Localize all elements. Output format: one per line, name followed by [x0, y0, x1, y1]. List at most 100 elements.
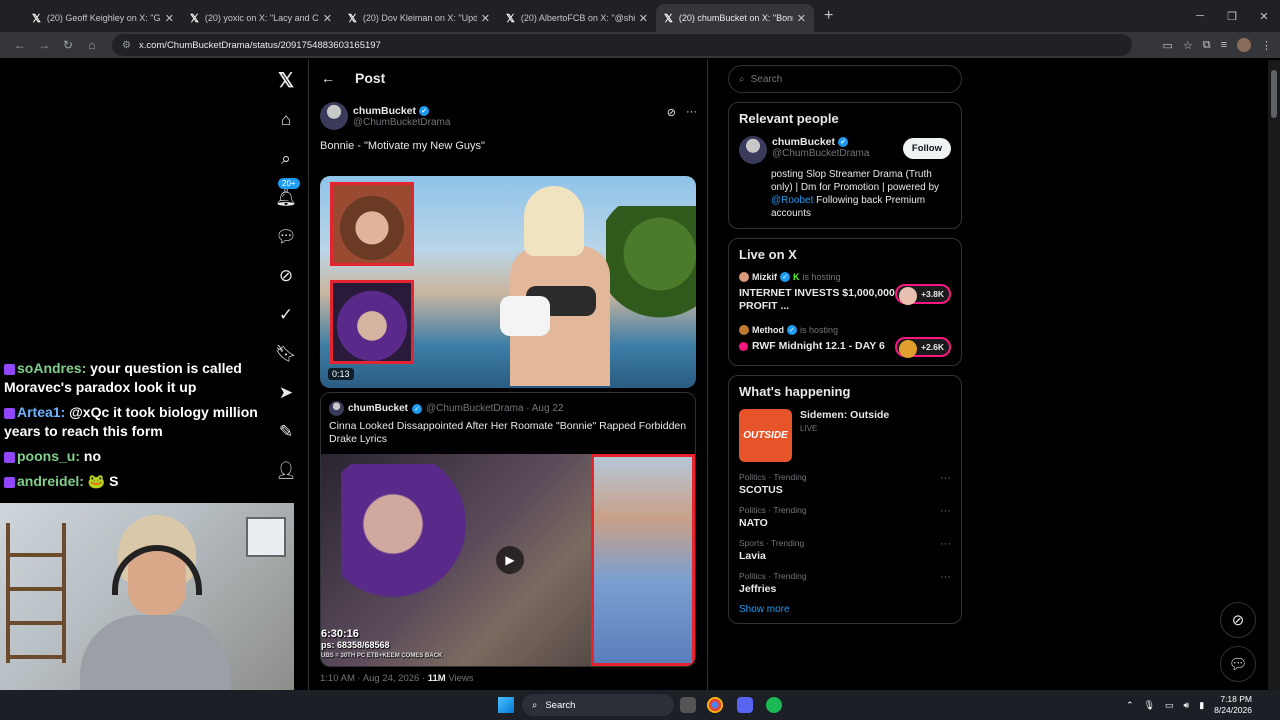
volume-icon[interactable]: 🔊︎: [1184, 700, 1190, 711]
more-options-icon[interactable]: ···: [940, 538, 951, 550]
task-view-icon[interactable]: [680, 697, 696, 713]
post-video[interactable]: 0:13: [320, 176, 696, 388]
forward-icon[interactable]: →: [32, 38, 56, 52]
trend-item[interactable]: Sports · Trending Lavia ···: [739, 538, 951, 562]
tab-close-icon[interactable]: ✕: [323, 12, 332, 25]
tab-close-icon[interactable]: ✕: [797, 12, 806, 25]
browser-tab-active[interactable]: 𝕏 (20) chumBucket on X: "Bonnie ✕: [656, 4, 814, 32]
author-name[interactable]: chumBucket: [353, 105, 416, 117]
more-options-icon[interactable]: ···: [940, 571, 951, 583]
tray-chevron-icon[interactable]: ⌃: [1126, 700, 1134, 711]
x-logo-icon: 𝕏: [32, 12, 41, 25]
bio-link[interactable]: @Roobet: [771, 195, 813, 206]
bookmarks-icon[interactable]: 🔖︎: [272, 340, 300, 368]
notifications-bell-icon[interactable]: 🔔︎ 20+: [272, 178, 300, 212]
chrome-icon[interactable]: [707, 697, 723, 713]
post-author: chumBucket ✓ @ChumBucketDrama ⊘ ···: [309, 96, 707, 136]
avatar[interactable]: [739, 136, 767, 164]
card-title: What's happening: [739, 384, 851, 399]
messages-fab-icon[interactable]: 💬︎: [1220, 646, 1256, 682]
home-icon[interactable]: ⌂: [272, 106, 300, 134]
browser-tab[interactable]: 𝕏 (20) Dov Kleiman on X: "Updat ✕: [340, 4, 498, 32]
menu-icon[interactable]: ⋮: [1261, 39, 1272, 52]
post-timestamp[interactable]: 1:10 AM · Aug 24, 2026 ·: [320, 673, 428, 684]
explore-search-icon[interactable]: ⌕: [272, 145, 300, 173]
cast-icon[interactable]: ▭: [1162, 39, 1172, 52]
badge-icon: [4, 407, 15, 419]
scrollbar-thumb[interactable]: [1271, 70, 1277, 118]
grok-explain-icon[interactable]: ⊘: [667, 106, 676, 119]
live-item[interactable]: Mizkif ✓ Kis hosting INTERNET INVESTS $1,0…: [739, 272, 951, 313]
trend-item[interactable]: Politics · Trending SCOTUS ···: [739, 472, 951, 496]
taskbar-clock[interactable]: 7:18 PM 8/24/2026: [1214, 694, 1252, 716]
tab-close-icon[interactable]: ✕: [639, 12, 648, 25]
battery-icon[interactable]: ▮: [1199, 700, 1204, 711]
address-bar[interactable]: ⚙ x.com/ChumBucketDrama/status/209175488…: [112, 34, 1132, 56]
browser-tab[interactable]: 𝕏 (20) AlbertoFCB on X: "@shitpo ✕: [498, 4, 656, 32]
minimize-icon[interactable]: ─: [1184, 0, 1216, 32]
taskbar-search[interactable]: ⌕ Search: [522, 694, 674, 716]
x-logo-icon[interactable]: 𝕏: [272, 66, 300, 94]
chat-message: poons_u: no: [0, 444, 300, 469]
grok-fab-icon[interactable]: ⊘: [1220, 602, 1256, 638]
browser-tab-strip: 𝕏 (20) Geoff Keighley on X: "Gam ✕ 𝕏 (20) y…: [0, 0, 1280, 32]
person-name[interactable]: chumBucket: [772, 136, 835, 148]
show-more-link[interactable]: Show more: [739, 604, 951, 615]
communities-icon[interactable]: ✎: [272, 418, 300, 446]
inset-face-bottom: [330, 280, 414, 364]
verified-orgs-icon[interactable]: ✓: [272, 301, 300, 329]
live-item[interactable]: Method ✓ is hosting RWF Midnight 12.1 - DA…: [739, 325, 951, 358]
browser-tab[interactable]: 𝕏 (20) Geoff Keighley on X: "Gam ✕: [24, 4, 182, 32]
jobs-icon[interactable]: ➤: [272, 379, 300, 407]
follow-button[interactable]: Follow: [902, 138, 951, 159]
more-options-icon[interactable]: ···: [940, 472, 951, 484]
quoted-post[interactable]: chumBucket ✓ @ChumBucketDrama · Aug 22 C…: [320, 392, 696, 667]
trend-item[interactable]: Politics · Trending Jeffries ···: [739, 571, 951, 595]
live-listener-count[interactable]: +2.6K: [895, 337, 951, 358]
quote-video[interactable]: ▶ 6:30:16 ps: 68358/68568 UBS = 30TH PC …: [321, 454, 695, 666]
play-icon[interactable]: ▶: [496, 546, 524, 574]
spotify-icon[interactable]: [766, 697, 782, 713]
trend-name: SCOTUS: [739, 484, 783, 496]
tab-close-icon[interactable]: ✕: [481, 12, 490, 25]
featured-trend[interactable]: OUTSIDE Sidemen: Outside LIVE: [739, 409, 951, 462]
network-icon[interactable]: ▭: [1165, 700, 1174, 711]
live-listener-count[interactable]: +3.8K: [895, 284, 951, 305]
notifications-badge: 20+: [278, 178, 300, 189]
back-arrow-icon[interactable]: ←: [321, 70, 335, 86]
back-icon[interactable]: ←: [8, 38, 32, 52]
tab-close-icon[interactable]: ✕: [165, 12, 174, 25]
mic-icon[interactable]: 🎙︎: [1144, 700, 1155, 711]
page-scrollbar[interactable]: [1268, 60, 1280, 690]
overlay-tiny: UBS = 30TH PC ETB+KEEM COMES BACK: [321, 653, 443, 659]
close-window-icon[interactable]: ✕: [1248, 0, 1280, 32]
person-handle[interactable]: @ChumBucketDrama: [772, 148, 869, 159]
messages-icon[interactable]: 💬︎: [272, 223, 300, 251]
post-view-count: 11M: [427, 673, 446, 684]
whats-happening-card: What's happening OUTSIDE Sidemen: Outsid…: [728, 375, 962, 624]
verified-badge-icon: ✓: [787, 325, 797, 335]
avatar[interactable]: [320, 102, 348, 130]
home-icon[interactable]: ⌂: [80, 38, 104, 52]
streamer: [80, 515, 230, 690]
restore-icon[interactable]: ❐: [1216, 0, 1248, 32]
more-options-icon[interactable]: ···: [686, 106, 697, 119]
windows-start-icon[interactable]: [498, 697, 514, 713]
new-tab-button[interactable]: +: [824, 7, 833, 25]
tab-title: (20) yoxic on X: "Lacy and Cinn: [204, 13, 319, 23]
search-input[interactable]: ⌕ Search: [728, 65, 962, 93]
reload-icon[interactable]: ↻: [56, 38, 80, 52]
more-options-icon[interactable]: ···: [940, 505, 951, 517]
media-icon[interactable]: ≡: [1221, 39, 1227, 51]
trend-item[interactable]: Politics · Trending NATO ···: [739, 505, 951, 529]
extensions-icon[interactable]: ⧉: [1203, 39, 1211, 52]
profile-icon[interactable]: 👤︎: [272, 457, 300, 485]
grok-icon[interactable]: ⊘: [272, 262, 300, 290]
browser-tab[interactable]: 𝕏 (20) yoxic on X: "Lacy and Cinn ✕: [182, 4, 340, 32]
bookmark-star-icon[interactable]: ☆: [1183, 39, 1193, 52]
discord-icon[interactable]: [737, 697, 753, 713]
site-info-icon[interactable]: ⚙: [122, 40, 131, 51]
chat-username: andreidel:: [17, 473, 84, 489]
profile-avatar[interactable]: [1237, 38, 1251, 52]
author-handle[interactable]: @ChumBucketDrama: [353, 117, 450, 128]
